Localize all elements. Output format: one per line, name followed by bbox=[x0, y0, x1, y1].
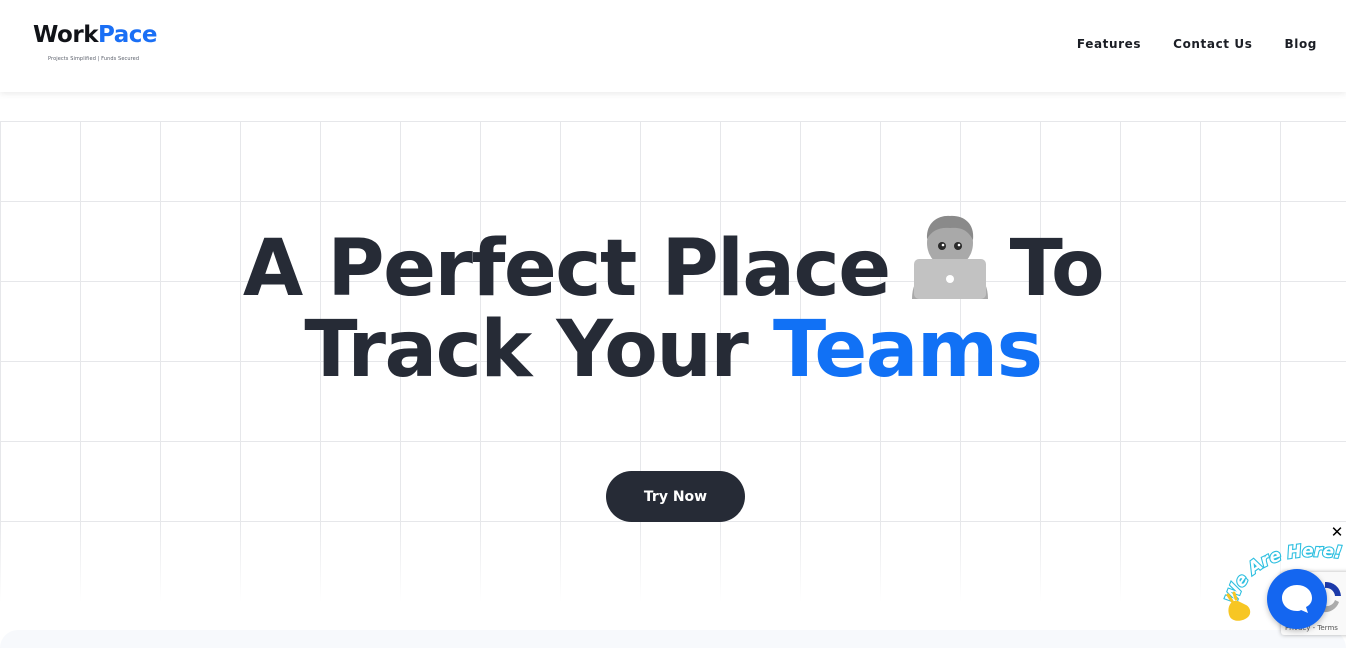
main-nav: Features Contact Us Blog bbox=[1045, 37, 1317, 51]
next-section-edge bbox=[0, 630, 1346, 648]
hero-line1-start: A Perfect Place bbox=[242, 224, 891, 314]
logo-wordmark: WorkPace bbox=[33, 24, 168, 47]
nav-link-features[interactable]: Features bbox=[1077, 37, 1141, 51]
chat-close-icon[interactable]: ✕ bbox=[1329, 524, 1345, 540]
chat-icon bbox=[1282, 585, 1312, 613]
site-header: WorkPace Projects Simplified | Funds Sec… bbox=[0, 0, 1346, 92]
nav-link-blog[interactable]: Blog bbox=[1285, 37, 1318, 51]
chat-launcher-button[interactable] bbox=[1267, 569, 1327, 629]
hero-headline-line1: A Perfect Place To bbox=[0, 213, 1346, 308]
person-with-laptop-icon bbox=[904, 213, 996, 299]
try-now-button[interactable]: Try Now bbox=[606, 471, 745, 522]
grid-fade bbox=[0, 520, 1346, 602]
hero-line1-end: To bbox=[1009, 224, 1105, 314]
logo-pace: Pace bbox=[98, 22, 158, 48]
logo-tagline: Projects Simplified | Funds Secured bbox=[48, 56, 140, 62]
logo-work: Work bbox=[33, 22, 99, 48]
hero-line2-start: Track Your bbox=[304, 305, 748, 395]
nav-link-contact-us[interactable]: Contact Us bbox=[1173, 37, 1252, 51]
page: WorkPace Projects Simplified | Funds Sec… bbox=[0, 0, 1346, 648]
hero-headline-line2: Track Your Teams bbox=[0, 311, 1346, 389]
workpace-logo[interactable]: WorkPace Projects Simplified | Funds Sec… bbox=[33, 24, 168, 68]
hero-accent-word: Teams bbox=[772, 305, 1043, 395]
